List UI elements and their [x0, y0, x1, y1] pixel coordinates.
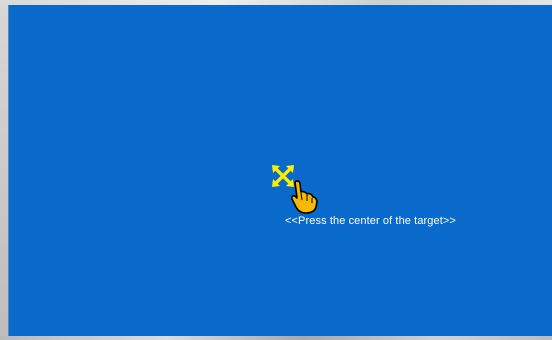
display-frame: <<Press the center of the target>>	[0, 0, 552, 340]
bottom-bezel	[0, 336, 552, 340]
hand-pointer-icon	[289, 180, 319, 214]
calibration-instruction: <<Press the center of the target>>	[285, 215, 456, 227]
